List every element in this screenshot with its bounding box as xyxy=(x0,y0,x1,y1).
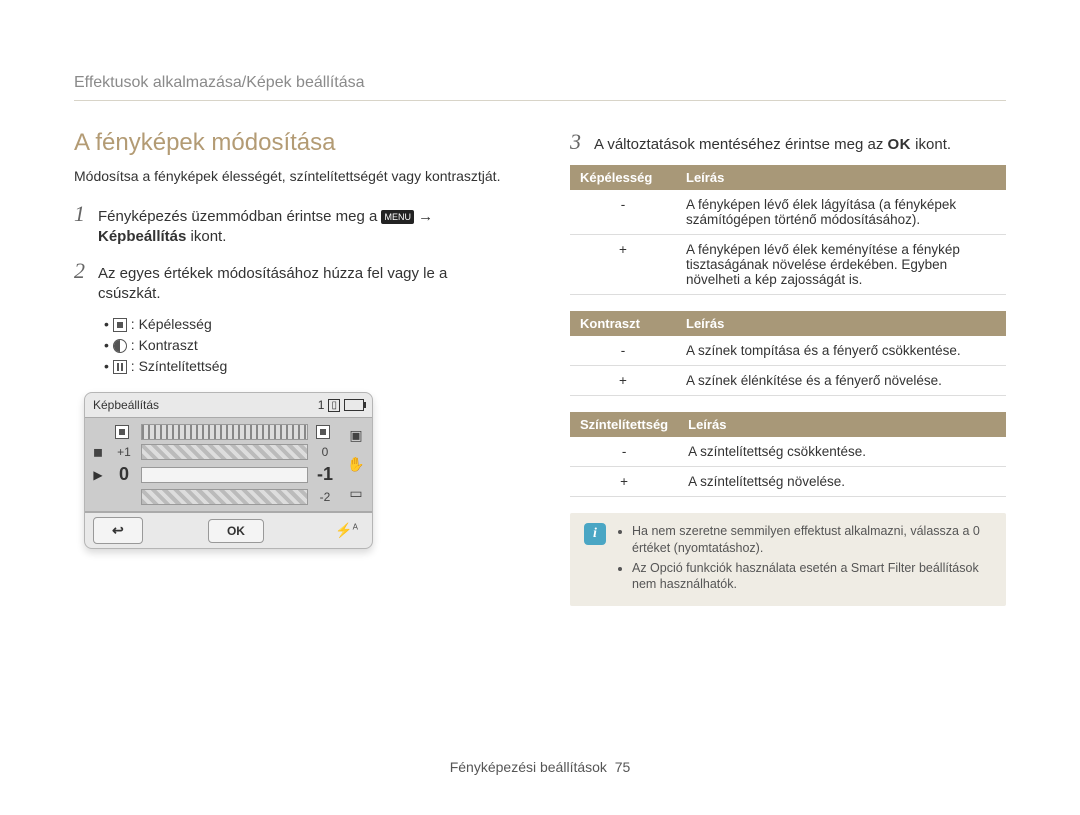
step1-post: ikont. xyxy=(186,228,226,245)
table-header: Kontraszt xyxy=(570,311,676,336)
contrast-icon xyxy=(113,339,127,353)
camera-ui-screenshot: Képbeállítás 1 ▯ xyxy=(84,392,373,549)
table-header: Színtelítettség xyxy=(570,412,678,437)
table-row: - A színtelítettség csökkentése. xyxy=(570,437,1006,467)
camera-title: Képbeállítás xyxy=(93,398,159,412)
saturation-icon xyxy=(113,360,127,374)
sharpness-icon xyxy=(113,318,127,332)
adjustments-list: : Képélesség : Kontraszt : Színtelítetts… xyxy=(104,314,510,377)
step3-post: ikont. xyxy=(915,136,951,153)
table-header: Leírás xyxy=(676,311,1006,336)
step1-pre: Fényképezés üzemmódban érintse meg a xyxy=(98,208,381,225)
slider-track[interactable] xyxy=(141,444,308,460)
step1-bold: Képbeállítás xyxy=(98,228,186,245)
table-row: - A fényképen lévő élek lágyítása (a fén… xyxy=(570,190,1006,235)
note-item: Ha nem szeretne semmilyen effektust alka… xyxy=(632,523,992,556)
step-3: 3 A változtatások mentéséhez érintse meg… xyxy=(570,129,1006,155)
step1-arrow: → xyxy=(418,208,433,225)
sharpness-icon xyxy=(316,425,330,439)
landscape-icon: ▭ xyxy=(349,485,362,502)
play-marker-icon: ▶ xyxy=(89,468,107,482)
table-contrast: Kontraszt Leírás - A színek tompítása és… xyxy=(570,311,1006,396)
breadcrumb: Effektusok alkalmazása/Képek beállítása xyxy=(74,74,1006,101)
table-header: Leírás xyxy=(678,412,1006,437)
slider-row: -2 xyxy=(89,489,336,505)
ok-button[interactable]: OK xyxy=(208,519,264,543)
bullet-sharpness: : Képélesség xyxy=(104,314,510,335)
table-row: + A színek élénkítése és a fényerő növel… xyxy=(570,366,1006,396)
table-row: + A színtelítettség növelése. xyxy=(570,467,1006,497)
info-icon: i xyxy=(584,523,606,545)
battery-icon xyxy=(344,399,364,411)
slider-track xyxy=(141,424,308,440)
slider-track[interactable] xyxy=(141,489,308,505)
row-marker-icon: ◼ xyxy=(89,445,107,459)
table-row: - A színek tompítása és a fényerő csökke… xyxy=(570,336,1006,366)
slider-header xyxy=(89,424,336,440)
step2-text: Az egyes értékek módosításához húzza fel… xyxy=(98,264,510,305)
sd-icon: ▯ xyxy=(328,399,340,412)
slider-track[interactable] xyxy=(141,467,308,483)
slider-row-active: ▶ 0 -1 xyxy=(89,464,336,485)
step3-pre: A változtatások mentéséhez érintse meg a… xyxy=(594,136,888,153)
table-header: Képélesség xyxy=(570,165,676,190)
table-header: Leírás xyxy=(676,165,1006,190)
table-saturation: Színtelítettség Leírás - A színtelítetts… xyxy=(570,412,1006,497)
bullet-saturation: : Színtelítettség xyxy=(104,356,510,377)
note-box: i Ha nem szeretne semmilyen effektust al… xyxy=(570,513,1006,606)
section-title: A fényképek módosítása xyxy=(74,129,510,157)
ok-icon: OK xyxy=(888,136,912,153)
hand-icon: ✋ xyxy=(347,456,364,473)
table-sharpness: Képélesség Leírás - A fényképen lévő éle… xyxy=(570,165,1006,295)
table-row: + A fényképen lévő élek keményítése a fé… xyxy=(570,235,1006,295)
step-number: 1 xyxy=(74,201,98,227)
bullet-contrast: : Kontraszt xyxy=(104,335,510,356)
page-footer: Fényképezési beállítások 75 xyxy=(0,759,1080,775)
step-number: 3 xyxy=(570,129,594,155)
step-2: 2 Az egyes értékek módosításához húzza f… xyxy=(74,258,510,305)
sharpness-icon xyxy=(115,425,129,439)
note-item: Az Opció funkciók használata esetén a Sm… xyxy=(632,560,992,593)
menu-icon: MENU xyxy=(381,210,414,224)
camera-count: 1 xyxy=(318,398,325,412)
step-number: 2 xyxy=(74,258,98,284)
back-button[interactable]: ↩ xyxy=(93,517,143,544)
mode-icon: ▣ xyxy=(349,427,362,444)
flash-icon: ⚡A xyxy=(329,522,364,539)
intro-text: Módosítsa a fényképek élességét, színtel… xyxy=(74,167,510,185)
slider-row: ◼ +1 0 xyxy=(89,444,336,460)
step-1: 1 Fényképezés üzemmódban érintse meg a M… xyxy=(74,201,510,248)
